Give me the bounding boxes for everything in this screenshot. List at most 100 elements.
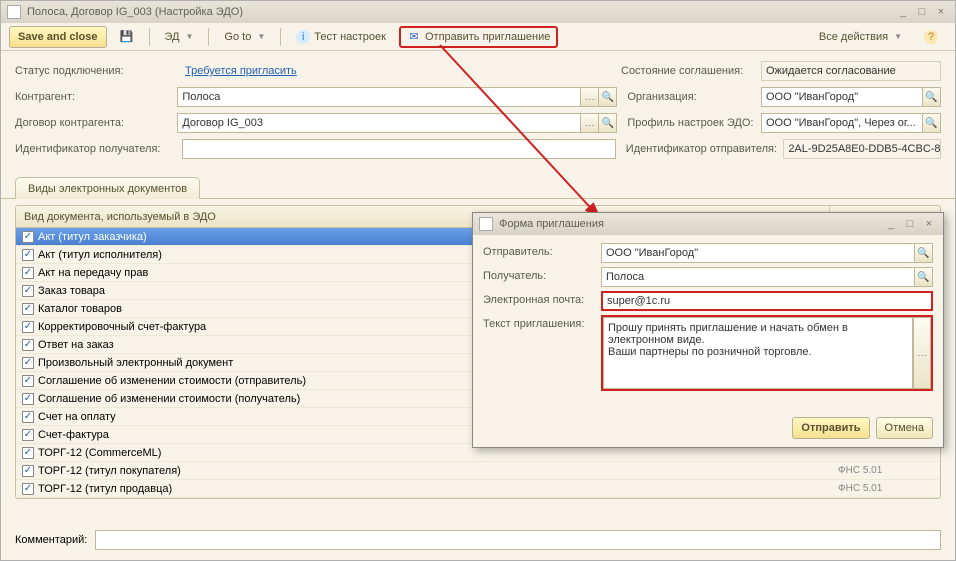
window-title: Полоса, Договор IG_003 (Настройка ЭДО)	[27, 6, 243, 18]
counterparty-label: Контрагент:	[15, 91, 177, 103]
modal-cancel-button[interactable]: Отмена	[876, 417, 933, 439]
checkbox[interactable]: ✓	[22, 231, 34, 243]
invite-modal: Форма приглашения _ □ × Отправитель: ООО…	[472, 212, 944, 448]
row-label: Каталог товаров	[38, 303, 122, 315]
modal-recipient-search-button[interactable]: 🔍	[915, 267, 933, 287]
status-value[interactable]: Требуется пригласить	[185, 65, 395, 77]
row-label: Заказ товара	[38, 285, 105, 297]
checkbox[interactable]: ✓	[22, 321, 34, 333]
row-label: Соглашение об изменении стоимости (отпра…	[38, 375, 306, 387]
checkbox[interactable]: ✓	[22, 303, 34, 315]
row-label: Акт на передачу прав	[38, 267, 148, 279]
recipient-id-input[interactable]	[182, 139, 615, 159]
contract-search-button[interactable]: 🔍	[599, 113, 617, 133]
counterparty-select-button[interactable]: …	[581, 87, 599, 107]
modal-maximize-button[interactable]: □	[902, 217, 918, 231]
agreement-state-value: Ожидается согласование	[761, 61, 941, 81]
org-search-button[interactable]: 🔍	[923, 87, 941, 107]
contract-input[interactable]: Договор IG_003	[177, 113, 581, 133]
row-label: Счет на оплату	[38, 411, 116, 423]
modal-title: Форма приглашения	[499, 218, 604, 230]
app-icon	[7, 5, 21, 19]
contract-label: Договор контрагента:	[15, 117, 177, 129]
row-label: Акт (титул заказчика)	[38, 231, 147, 243]
counterparty-input[interactable]: Полоса	[177, 87, 581, 107]
row-label: Счет-фактура	[38, 429, 109, 441]
modal-text-input[interactable]: Прошу принять приглашение и начать обмен…	[603, 317, 913, 389]
checkbox[interactable]: ✓	[22, 447, 34, 459]
profile-search-button[interactable]: 🔍	[923, 113, 941, 133]
help-button[interactable]: ?	[915, 26, 947, 48]
checkbox[interactable]: ✓	[22, 357, 34, 369]
sender-id-label: Идентификатор отправителя:	[616, 143, 784, 155]
tab-doc-types[interactable]: Виды электронных документов	[15, 177, 200, 199]
close-button[interactable]: ×	[933, 5, 949, 19]
row-format: ФНС 5.01	[830, 483, 940, 494]
row-label: ТОРГ-12 (CommerceML)	[38, 447, 161, 459]
modal-close-button[interactable]: ×	[921, 217, 937, 231]
goto-dropdown[interactable]: Go to▼	[215, 26, 274, 48]
send-invite-button[interactable]: ✉Отправить приглашение	[399, 26, 558, 48]
modal-email-input[interactable]: super@1c.ru	[601, 291, 933, 311]
row-label: ТОРГ-12 (титул покупателя)	[38, 465, 181, 477]
row-format: ФНС 5.01	[830, 465, 940, 476]
profile-input[interactable]: ООО "ИванГород", Через ог...	[761, 113, 923, 133]
checkbox[interactable]: ✓	[22, 375, 34, 387]
minimize-button[interactable]: _	[895, 5, 911, 19]
ed-dropdown[interactable]: ЭД▼	[156, 26, 203, 48]
row-label: Корректировочный счет-фактура	[38, 321, 206, 333]
profile-label: Профиль настроек ЭДО:	[617, 117, 761, 129]
modal-send-button[interactable]: Отправить	[792, 417, 869, 439]
org-label: Организация:	[617, 91, 761, 103]
checkbox[interactable]: ✓	[22, 483, 34, 495]
all-actions-dropdown[interactable]: Все действия▼	[810, 26, 911, 48]
modal-text-label: Текст приглашения:	[483, 315, 601, 330]
contract-select-button[interactable]: …	[581, 113, 599, 133]
form-area: Статус подключения: Требуется пригласить…	[1, 51, 955, 171]
row-label: Ответ на заказ	[38, 339, 114, 351]
checkbox[interactable]: ✓	[22, 411, 34, 423]
modal-minimize-button[interactable]: _	[883, 217, 899, 231]
modal-recipient-input[interactable]: Полоса	[601, 267, 915, 287]
agreement-state-label: Состояние соглашения:	[611, 65, 761, 77]
modal-recipient-label: Получатель:	[483, 267, 601, 282]
modal-text-expand-button[interactable]: …	[913, 317, 931, 389]
comment-label: Комментарий:	[15, 534, 87, 546]
maximize-button[interactable]: □	[914, 5, 930, 19]
checkbox[interactable]: ✓	[22, 285, 34, 297]
help-icon: ?	[924, 30, 938, 44]
test-settings-button[interactable]: iТест настроек	[287, 26, 395, 48]
modal-sender-input[interactable]: ООО "ИванГород"	[601, 243, 915, 263]
modal-sender-label: Отправитель:	[483, 243, 601, 258]
modal-email-label: Электронная почта:	[483, 291, 601, 306]
send-icon: ✉	[407, 30, 421, 44]
org-input[interactable]: ООО "ИванГород"	[761, 87, 923, 107]
checkbox[interactable]: ✓	[22, 339, 34, 351]
counterparty-search-button[interactable]: 🔍	[599, 87, 617, 107]
sender-id-value: 2AL-9D25A8E0-DDB5-4CBC-83	[783, 139, 941, 159]
tabs: Виды электронных документов	[1, 177, 955, 199]
modal-icon	[479, 217, 493, 231]
row-label: Соглашение об изменении стоимости (получ…	[38, 393, 300, 405]
status-label: Статус подключения:	[15, 65, 185, 77]
table-row[interactable]: ✓ ТОРГ-12 (титул покупателя) ФНС 5.01	[16, 462, 940, 480]
comment-input[interactable]	[95, 530, 941, 550]
row-label: Произвольный электронный документ	[38, 357, 233, 369]
checkbox[interactable]: ✓	[22, 429, 34, 441]
row-label: ТОРГ-12 (титул продавца)	[38, 483, 172, 495]
checkbox[interactable]: ✓	[22, 393, 34, 405]
row-label: Акт (титул исполнителя)	[38, 249, 162, 261]
modal-sender-search-button[interactable]: 🔍	[915, 243, 933, 263]
save-and-close-button[interactable]: Save and close	[9, 26, 107, 48]
checkbox[interactable]: ✓	[22, 465, 34, 477]
checkbox[interactable]: ✓	[22, 267, 34, 279]
checkbox[interactable]: ✓	[22, 249, 34, 261]
table-row[interactable]: ✓ ТОРГ-12 (титул продавца) ФНС 5.01	[16, 480, 940, 498]
diskette-icon: 💾	[120, 30, 134, 44]
recipient-id-label: Идентификатор получателя:	[15, 143, 182, 155]
modal-titlebar: Форма приглашения _ □ ×	[473, 213, 943, 235]
save-icon-button[interactable]: 💾	[111, 26, 143, 48]
toolbar: Save and close 💾 ЭД▼ Go to▼ iТест настро…	[1, 23, 955, 51]
info-icon: i	[296, 30, 310, 44]
titlebar: Полоса, Договор IG_003 (Настройка ЭДО) _…	[1, 1, 955, 23]
